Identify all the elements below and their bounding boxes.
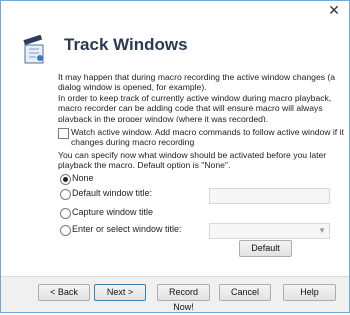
description-text: It may happen that during macro recordin… [58,72,336,122]
close-button[interactable]: ✕ [324,2,344,19]
default-button[interactable]: Default [239,240,292,257]
radio-capture-window-title-label[interactable]: Capture window title [72,207,153,217]
radio-default-window-title-label[interactable]: Default window title: [72,188,152,198]
wizard-window: ✕ Track Windows It may happen that durin… [0,0,350,313]
clapperboard-icon [23,35,44,64]
next-button[interactable]: Next > [94,284,146,301]
help-button[interactable]: Help [283,284,336,301]
radio-capture-window-title[interactable] [60,208,71,219]
radio-none-label[interactable]: None [72,173,94,183]
radio-none[interactable] [60,174,71,185]
radio-enter-select-window-title[interactable] [60,225,71,236]
back-button[interactable]: < Back [38,284,90,301]
record-now-button[interactable]: Record Now! [157,284,210,312]
watch-active-window-checkbox[interactable] [58,128,69,139]
radio-default-window-title[interactable] [60,189,71,200]
title-bar: ✕ [1,1,349,24]
radio-enter-select-window-title-label[interactable]: Enter or select window title: [72,224,182,234]
cancel-button[interactable]: Cancel [219,284,271,301]
chevron-down-icon[interactable]: ▼ [318,224,326,238]
radio-selected-dot [63,177,68,182]
default-window-title-field[interactable] [209,188,330,204]
window-title-combobox[interactable]: ▼ [209,223,330,239]
specify-window-text: You can specify now what window should b… [58,150,327,171]
page-title: Track Windows [64,35,188,54]
watch-active-window-label[interactable]: Watch active window. Add macro commands … [71,127,346,148]
